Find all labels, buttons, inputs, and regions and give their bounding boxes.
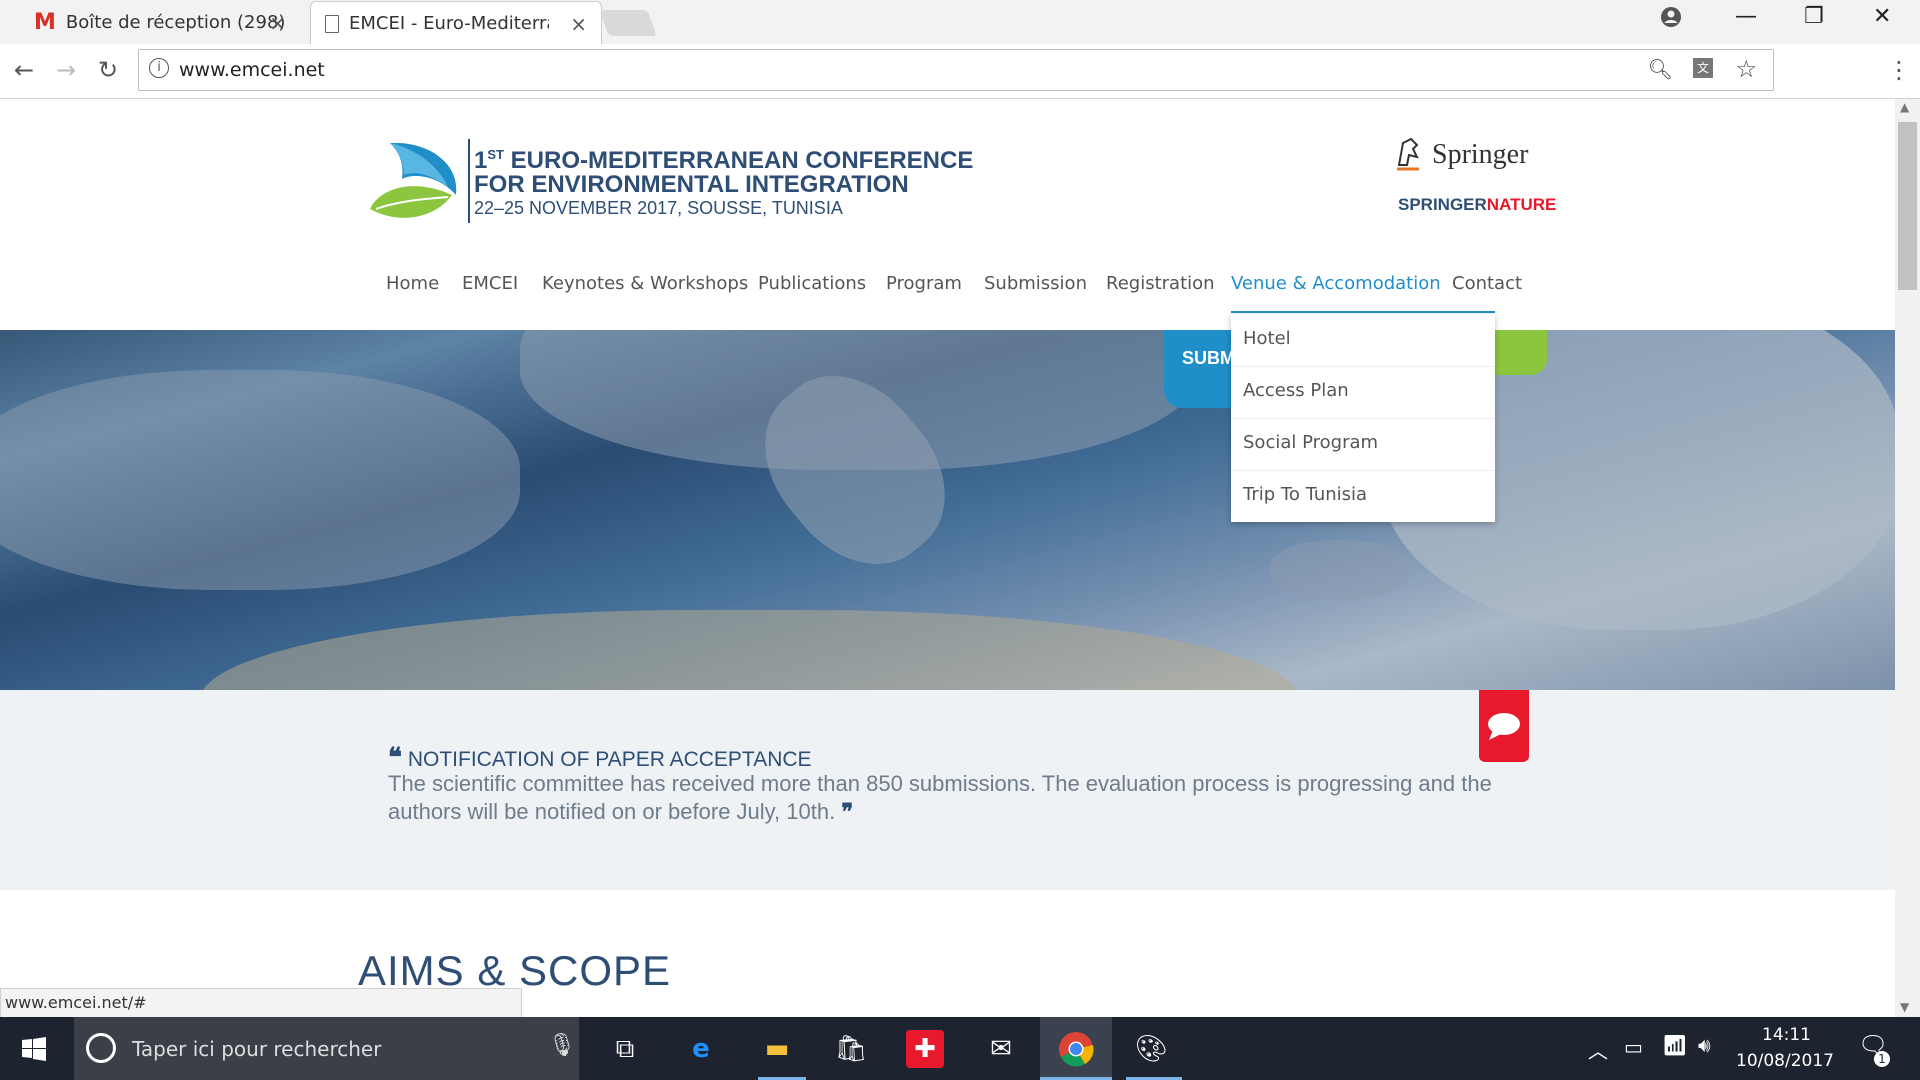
gift-app-icon[interactable]: ✚ (906, 1030, 944, 1068)
scroll-up-icon[interactable]: ▲ (1900, 100, 1909, 114)
dropdown-label: Hotel (1243, 328, 1291, 349)
close-quote-icon: ❞ (841, 799, 854, 824)
main-nav: Home EMCEI Keynotes & Workshops Publicat… (0, 273, 1895, 309)
tab-label: EMCEI - Euro-Mediterran (349, 13, 549, 34)
profile-icon[interactable] (1660, 6, 1682, 34)
notification-count-badge: 1 (1874, 1051, 1890, 1067)
back-icon[interactable]: ← (14, 56, 34, 84)
notification-body-text: The scientific committee has received mo… (388, 771, 1492, 824)
nav-contact[interactable]: Contact (1452, 273, 1522, 294)
notification-title-text: NOTIFICATION OF PAPER ACCEPTANCE (407, 748, 812, 771)
paint-icon[interactable]: 🎨︎ (1132, 1030, 1170, 1068)
dropdown-label: Trip To Tunisia (1243, 484, 1368, 505)
show-hidden-icons-icon[interactable]: ︿ (1588, 1035, 1608, 1064)
dropdown-item-hotel[interactable]: Hotel (1231, 314, 1495, 367)
forward-icon[interactable]: → (56, 56, 76, 84)
logo-line1-text: EURO-MEDITERRANEAN CONFERENCE (510, 147, 974, 174)
tab-strip: M Boîte de réception (298) × EMCEI - Eur… (0, 0, 1920, 45)
scroll-down-icon[interactable]: ▼ (1900, 1000, 1909, 1014)
translate-icon[interactable]: 文 (1693, 58, 1713, 78)
status-url: www.emcei.net/# (5, 993, 147, 1012)
bookmark-star-icon[interactable]: ☆ (1735, 55, 1757, 83)
zoom-icon[interactable]: 🔍︎ (1648, 57, 1673, 81)
notification-section: ❝ NOTIFICATION OF PAPER ACCEPTANCE The s… (0, 690, 1895, 890)
file-explorer-icon[interactable]: ▬ (758, 1030, 796, 1068)
cortana-icon[interactable] (86, 1033, 116, 1063)
hero-map-image: SUBM (0, 330, 1895, 690)
search-placeholder: Taper ici pour rechercher (132, 1037, 382, 1061)
reload-icon[interactable]: ↻ (98, 56, 118, 84)
task-view-icon[interactable]: ⧉ (606, 1030, 644, 1068)
scrollbar-thumb[interactable] (1898, 122, 1917, 290)
store-icon[interactable]: 🛍︎ (832, 1030, 870, 1068)
springer-nature-logo[interactable]: SPRINGERNATURE (1398, 195, 1556, 215)
battery-icon[interactable]: ▭ (1624, 1035, 1643, 1059)
taskbar-search-box[interactable]: Taper ici pour rechercher 🎙︎ (74, 1017, 579, 1080)
web-page: 1ST EURO-MEDITERRANEAN CONFERENCE FOR EN… (0, 99, 1895, 1017)
logo-divider (468, 139, 470, 223)
dropdown-item-access-plan[interactable]: Access Plan (1231, 366, 1495, 419)
menu-icon[interactable]: ⋮ (1887, 56, 1911, 84)
hero-green-tab (1495, 330, 1547, 375)
chrome-icon[interactable] (1058, 1031, 1094, 1067)
venue-dropdown-menu: Hotel Access Plan Social Program Trip To… (1231, 314, 1495, 522)
open-quote-icon: ❝ (388, 742, 402, 772)
notification-title: ❝ NOTIFICATION OF PAPER ACCEPTANCE (388, 742, 812, 773)
minimize-icon[interactable]: — (1735, 4, 1757, 29)
tab-gmail[interactable]: M Boîte de réception (298) × (20, 1, 300, 44)
edge-icon[interactable]: e (682, 1030, 720, 1068)
dropdown-label: Social Program (1243, 432, 1379, 453)
new-tab-button[interactable] (599, 10, 657, 36)
dropdown-item-trip-to-tunisia[interactable]: Trip To Tunisia (1231, 470, 1495, 522)
dropdown-label: Access Plan (1243, 380, 1349, 401)
nav-publications[interactable]: Publications (758, 273, 866, 294)
hero-submit-badge[interactable]: SUBM (1164, 330, 1232, 408)
nav-submission[interactable]: Submission (984, 273, 1087, 294)
tab-label: Boîte de réception (298) (65, 12, 286, 33)
mail-icon[interactable]: ✉ (982, 1030, 1020, 1068)
springer-nature-part2: NATURE (1486, 195, 1557, 214)
nav-active-underline (1231, 311, 1495, 313)
chat-badge-icon[interactable] (1479, 690, 1529, 762)
dropdown-item-social-program[interactable]: Social Program (1231, 418, 1495, 471)
emcei-logo-icon[interactable] (368, 135, 460, 227)
nav-registration[interactable]: Registration (1106, 273, 1215, 294)
logo-superscript-num: 1 (474, 147, 488, 174)
close-tab-icon[interactable]: × (269, 11, 286, 35)
clock-date[interactable]: 10/08/2017 (1736, 1051, 1834, 1071)
volume-icon[interactable]: 🔊︎ (1698, 1033, 1711, 1057)
logo-title-line3: 22–25 NOVEMBER 2017, SOUSSE, TUNISIA (474, 198, 843, 218)
nav-keynotes-workshops[interactable]: Keynotes & Workshops (542, 273, 748, 294)
hero-submit-text: SUBM (1182, 348, 1232, 368)
gmail-icon: M (34, 10, 56, 35)
springer-logo[interactable]: Springer (1432, 139, 1528, 171)
page-icon (325, 14, 339, 33)
notification-body: The scientific committee has received mo… (388, 770, 1548, 826)
wifi-icon[interactable]: 📶︎ (1662, 1033, 1687, 1057)
url-text: www.emcei.net (179, 59, 325, 81)
nav-program[interactable]: Program (886, 273, 962, 294)
logo-superscript-st: ST (487, 147, 504, 162)
tab-emcei[interactable]: EMCEI - Euro-Mediterran × (310, 1, 602, 45)
nav-venue-accomodation[interactable]: Venue & Accomodation (1231, 273, 1441, 294)
microphone-icon[interactable]: 🎙︎ (548, 1033, 576, 1058)
status-bar: www.emcei.net/# (0, 988, 522, 1018)
logo-title-line2: FOR ENVIRONMENTAL INTEGRATION (474, 171, 909, 198)
springer-nature-part1: SPRINGER (1398, 195, 1487, 214)
info-icon[interactable]: i (149, 58, 169, 78)
windows-start-icon[interactable] (22, 1037, 46, 1061)
address-bar[interactable]: i www.emcei.net 🔍︎ 文 ☆ (138, 49, 1774, 91)
windows-taskbar: Taper ici pour rechercher 🎙︎ ⧉ e ▬ 🛍︎ ✚ … (0, 1017, 1920, 1080)
clock-time[interactable]: 14:11 (1762, 1025, 1811, 1045)
restore-icon[interactable]: ❐ (1804, 4, 1824, 29)
springer-horse-icon (1397, 137, 1419, 171)
browser-toolbar: ← → ↻ i www.emcei.net 🔍︎ 文 ☆ ⋮ (0, 44, 1920, 99)
nav-emcei[interactable]: EMCEI (462, 273, 518, 294)
nav-home[interactable]: Home (386, 273, 439, 294)
close-tab-icon[interactable]: × (570, 12, 587, 36)
close-window-icon[interactable]: ✕ (1873, 4, 1891, 29)
